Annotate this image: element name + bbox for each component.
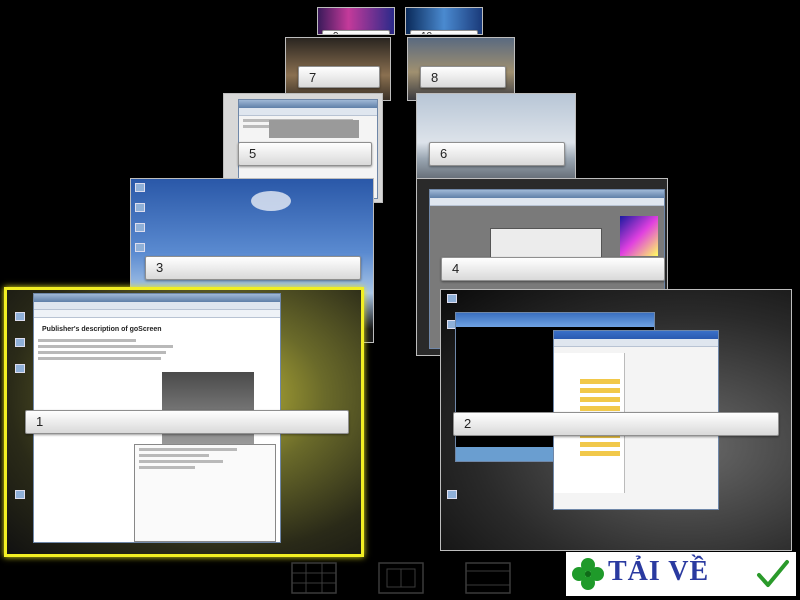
desktop-3-label: 3 (145, 256, 361, 280)
logo-text: TẢI VỀ (608, 556, 710, 587)
desktop-8[interactable]: 8 (407, 37, 515, 101)
desktop-9[interactable]: 9 (317, 7, 395, 35)
grid-layout-button[interactable] (290, 561, 338, 595)
desktop-10-label: 10 (410, 30, 478, 34)
desktop-10[interactable]: 10 (405, 7, 483, 35)
desktop-9-label: 9 (322, 30, 390, 34)
desktop-1-label: 1 (25, 410, 349, 434)
desktop-2-label: 2 (453, 412, 779, 436)
desktop-2[interactable]: 2 (440, 289, 792, 551)
clover-icon (572, 558, 604, 590)
desktop-1[interactable]: Publisher's description of goScreen 1 (4, 287, 364, 557)
desktop-4-label: 4 (441, 257, 665, 281)
strip-layout-button[interactable] (464, 561, 512, 595)
desktop-7-label: 7 (298, 66, 380, 88)
tile-layout-button[interactable] (377, 561, 425, 595)
desktop-6-label: 6 (429, 142, 565, 166)
taive-logo: TẢI VỀ (566, 552, 796, 596)
checkmark-icon (757, 560, 789, 587)
grid-layout-icon (291, 562, 337, 594)
article-heading: Publisher's description of goScreen (42, 326, 162, 333)
strip-layout-icon (465, 562, 511, 594)
tile-layout-icon (378, 562, 424, 594)
desktop-8-label: 8 (420, 66, 506, 88)
desktop-5-label: 5 (238, 142, 372, 166)
desktop-7[interactable]: 7 (285, 37, 391, 101)
